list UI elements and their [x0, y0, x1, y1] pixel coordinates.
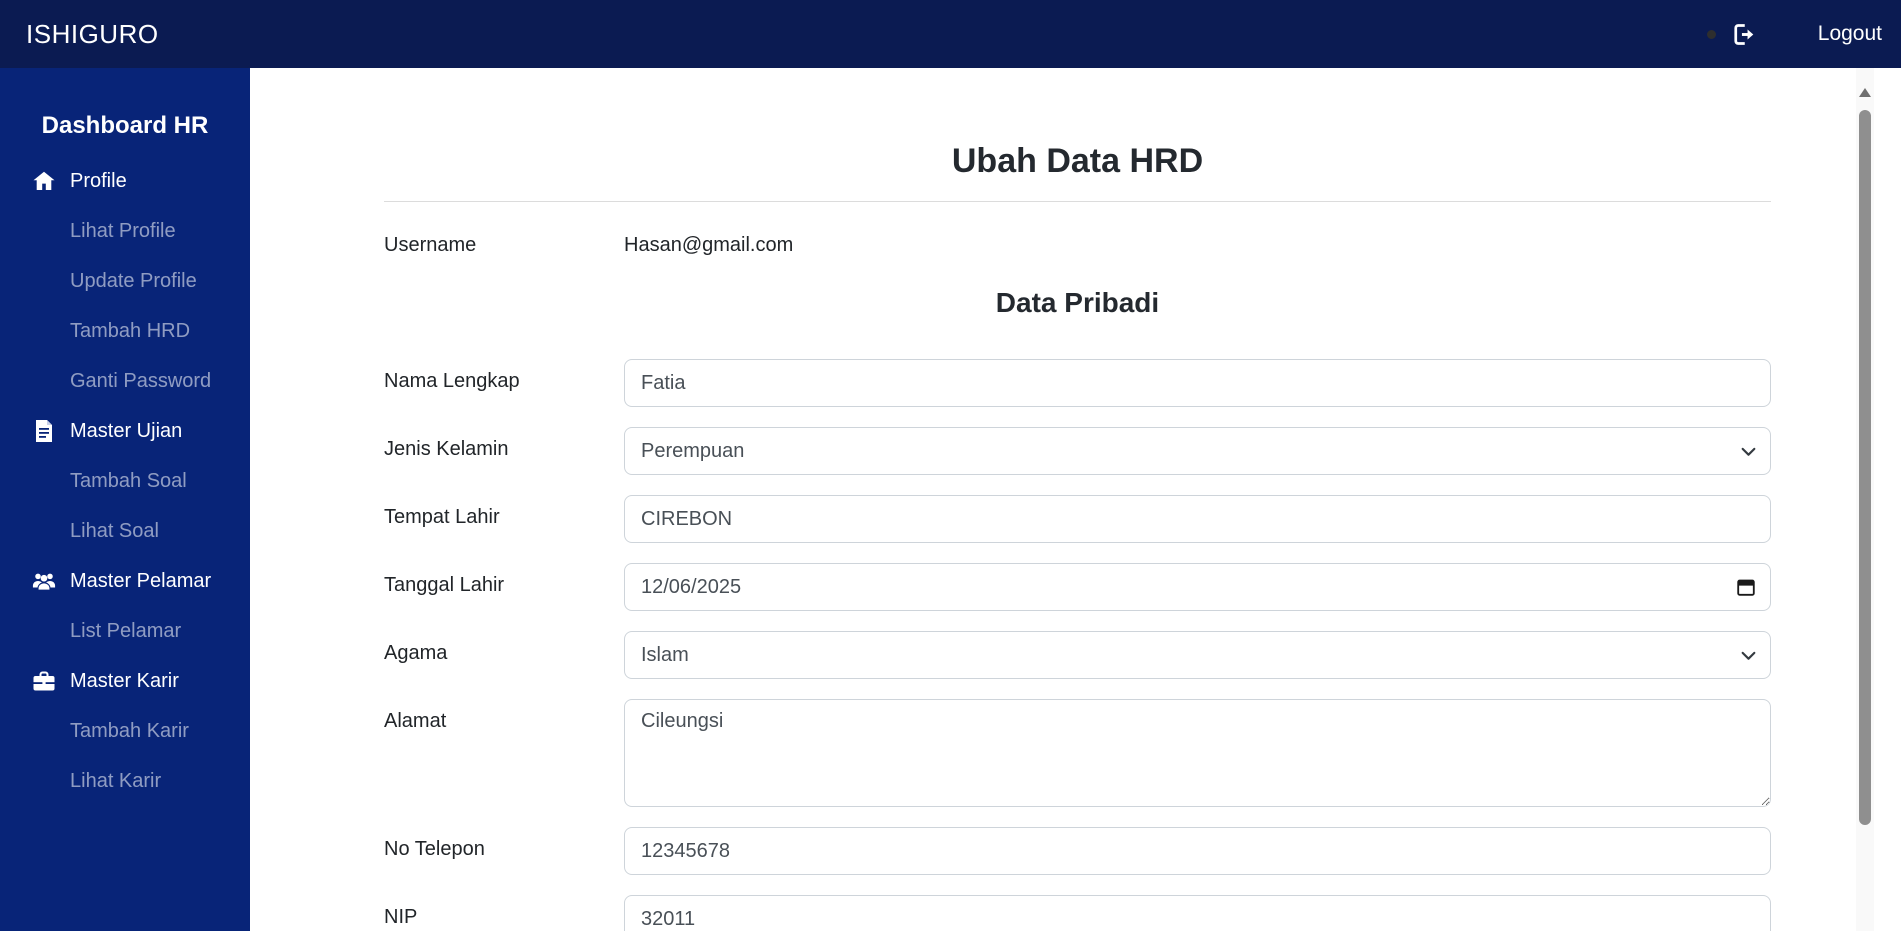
field-label: Tempat Lahir — [384, 506, 500, 528]
sidebar-item-label: Tambah Soal — [70, 469, 187, 492]
field-label: Jenis Kelamin — [384, 438, 509, 460]
file-icon — [32, 419, 56, 443]
agama-select[interactable]: Islam — [624, 631, 1771, 679]
sidebar-item-label: Master Pelamar — [70, 569, 212, 592]
sidebar-item-label: Tambah Karir — [70, 719, 189, 742]
field-label: Agama — [384, 642, 448, 664]
field-label: Alamat — [384, 710, 447, 732]
title-divider — [384, 201, 1771, 202]
sidebar-item-lihat-profile[interactable]: Lihat Profile — [0, 206, 250, 256]
status-dot — [1706, 29, 1716, 39]
sidebar-item-label: Master Karir — [70, 669, 179, 692]
sidebar-item-master-karir[interactable]: Master Karir — [0, 656, 250, 706]
field-label: NIP — [384, 906, 418, 928]
form-row-alamat: Alamat Cileungsi — [384, 699, 1771, 807]
users-icon — [32, 569, 56, 593]
top-navbar: ISHIGURO Logout — [0, 0, 1901, 68]
sidebar-item-ganti-password[interactable]: Ganti Password — [0, 356, 250, 406]
sidebar-item-label: Update Profile — [70, 269, 197, 292]
form-row-nama-lengkap: Nama Lengkap — [384, 359, 1771, 407]
field-label: Nama Lengkap — [384, 370, 520, 392]
sidebar-item-master-pelamar[interactable]: Master Pelamar — [0, 556, 250, 606]
navbar-right-cluster: Logout — [1706, 21, 1901, 48]
form-row-tempat-lahir: Tempat Lahir — [384, 495, 1771, 543]
sidebar-item-label: Master Ujian — [70, 419, 183, 442]
form-row-jenis-kelamin: Jenis Kelamin Perempuan — [384, 427, 1771, 475]
calendar-icon[interactable] — [1735, 576, 1757, 603]
sidebar: Dashboard HR Profile Lihat Profile Updat… — [0, 68, 250, 931]
sidebar-item-label: List Pelamar — [70, 619, 182, 642]
sidebar-item-profile[interactable]: Profile — [0, 156, 250, 206]
sidebar-item-label: Profile — [70, 169, 127, 192]
sidebar-item-tambah-soal[interactable]: Tambah Soal — [0, 456, 250, 506]
home-icon — [32, 169, 56, 193]
username-label: Username — [384, 234, 477, 256]
form-row-tanggal-lahir: Tanggal Lahir — [384, 563, 1771, 611]
sidebar-item-label: Ganti Password — [70, 369, 212, 392]
sidebar-item-lihat-karir[interactable]: Lihat Karir — [0, 756, 250, 806]
scroll-up-arrow[interactable] — [1859, 88, 1871, 97]
main-content: Ubah Data HRD Username Hasan@gmail.com D… — [250, 68, 1901, 931]
sidebar-item-label: Lihat Soal — [70, 519, 159, 542]
tempat-lahir-input[interactable] — [624, 495, 1771, 543]
username-value: Hasan@gmail.com — [624, 234, 794, 256]
sign-out-icon[interactable] — [1729, 21, 1756, 48]
section-title: Data Pribadi — [995, 287, 1160, 318]
sidebar-item-label: Lihat Karir — [70, 769, 162, 792]
page-title: Ubah Data HRD — [951, 142, 1204, 180]
form-row-agama: Agama Islam — [384, 631, 1771, 679]
jenis-kelamin-select[interactable]: Perempuan — [624, 427, 1771, 475]
briefcase-icon — [32, 669, 56, 693]
sidebar-item-tambah-karir[interactable]: Tambah Karir — [0, 706, 250, 756]
nip-input[interactable] — [624, 895, 1771, 931]
tanggal-lahir-input[interactable] — [624, 563, 1771, 611]
sidebar-item-label: Lihat Profile — [70, 219, 176, 242]
no-telepon-input[interactable] — [624, 827, 1771, 875]
sidebar-item-tambah-hrd[interactable]: Tambah HRD — [0, 306, 250, 356]
brand-logo: ISHIGURO — [26, 18, 159, 49]
logout-button[interactable]: Logout — [1818, 22, 1882, 46]
field-label: Tanggal Lahir — [384, 574, 505, 596]
nama-lengkap-input[interactable] — [624, 359, 1771, 407]
form-row-no-telepon: No Telepon — [384, 827, 1771, 875]
sidebar-item-master-ujian[interactable]: Master Ujian — [0, 406, 250, 456]
vertical-scrollbar[interactable] — [1856, 68, 1874, 931]
scrollbar-thumb[interactable] — [1859, 110, 1871, 825]
sidebar-nav: Profile Lihat Profile Update Profile Tam… — [0, 156, 250, 806]
hrd-form: Nama Lengkap Jenis Kelamin Perempuan — [384, 359, 1771, 931]
sidebar-item-label: Tambah HRD — [70, 319, 191, 342]
form-row-nip: NIP — [384, 895, 1771, 931]
sidebar-item-lihat-soal[interactable]: Lihat Soal — [0, 506, 250, 556]
field-label: No Telepon — [384, 838, 485, 860]
username-row: Username Hasan@gmail.com — [384, 234, 1771, 257]
sidebar-title: Dashboard HR — [41, 112, 209, 139]
sidebar-item-list-pelamar[interactable]: List Pelamar — [0, 606, 250, 656]
alamat-textarea[interactable]: Cileungsi — [624, 699, 1771, 807]
sidebar-item-update-profile[interactable]: Update Profile — [0, 256, 250, 306]
